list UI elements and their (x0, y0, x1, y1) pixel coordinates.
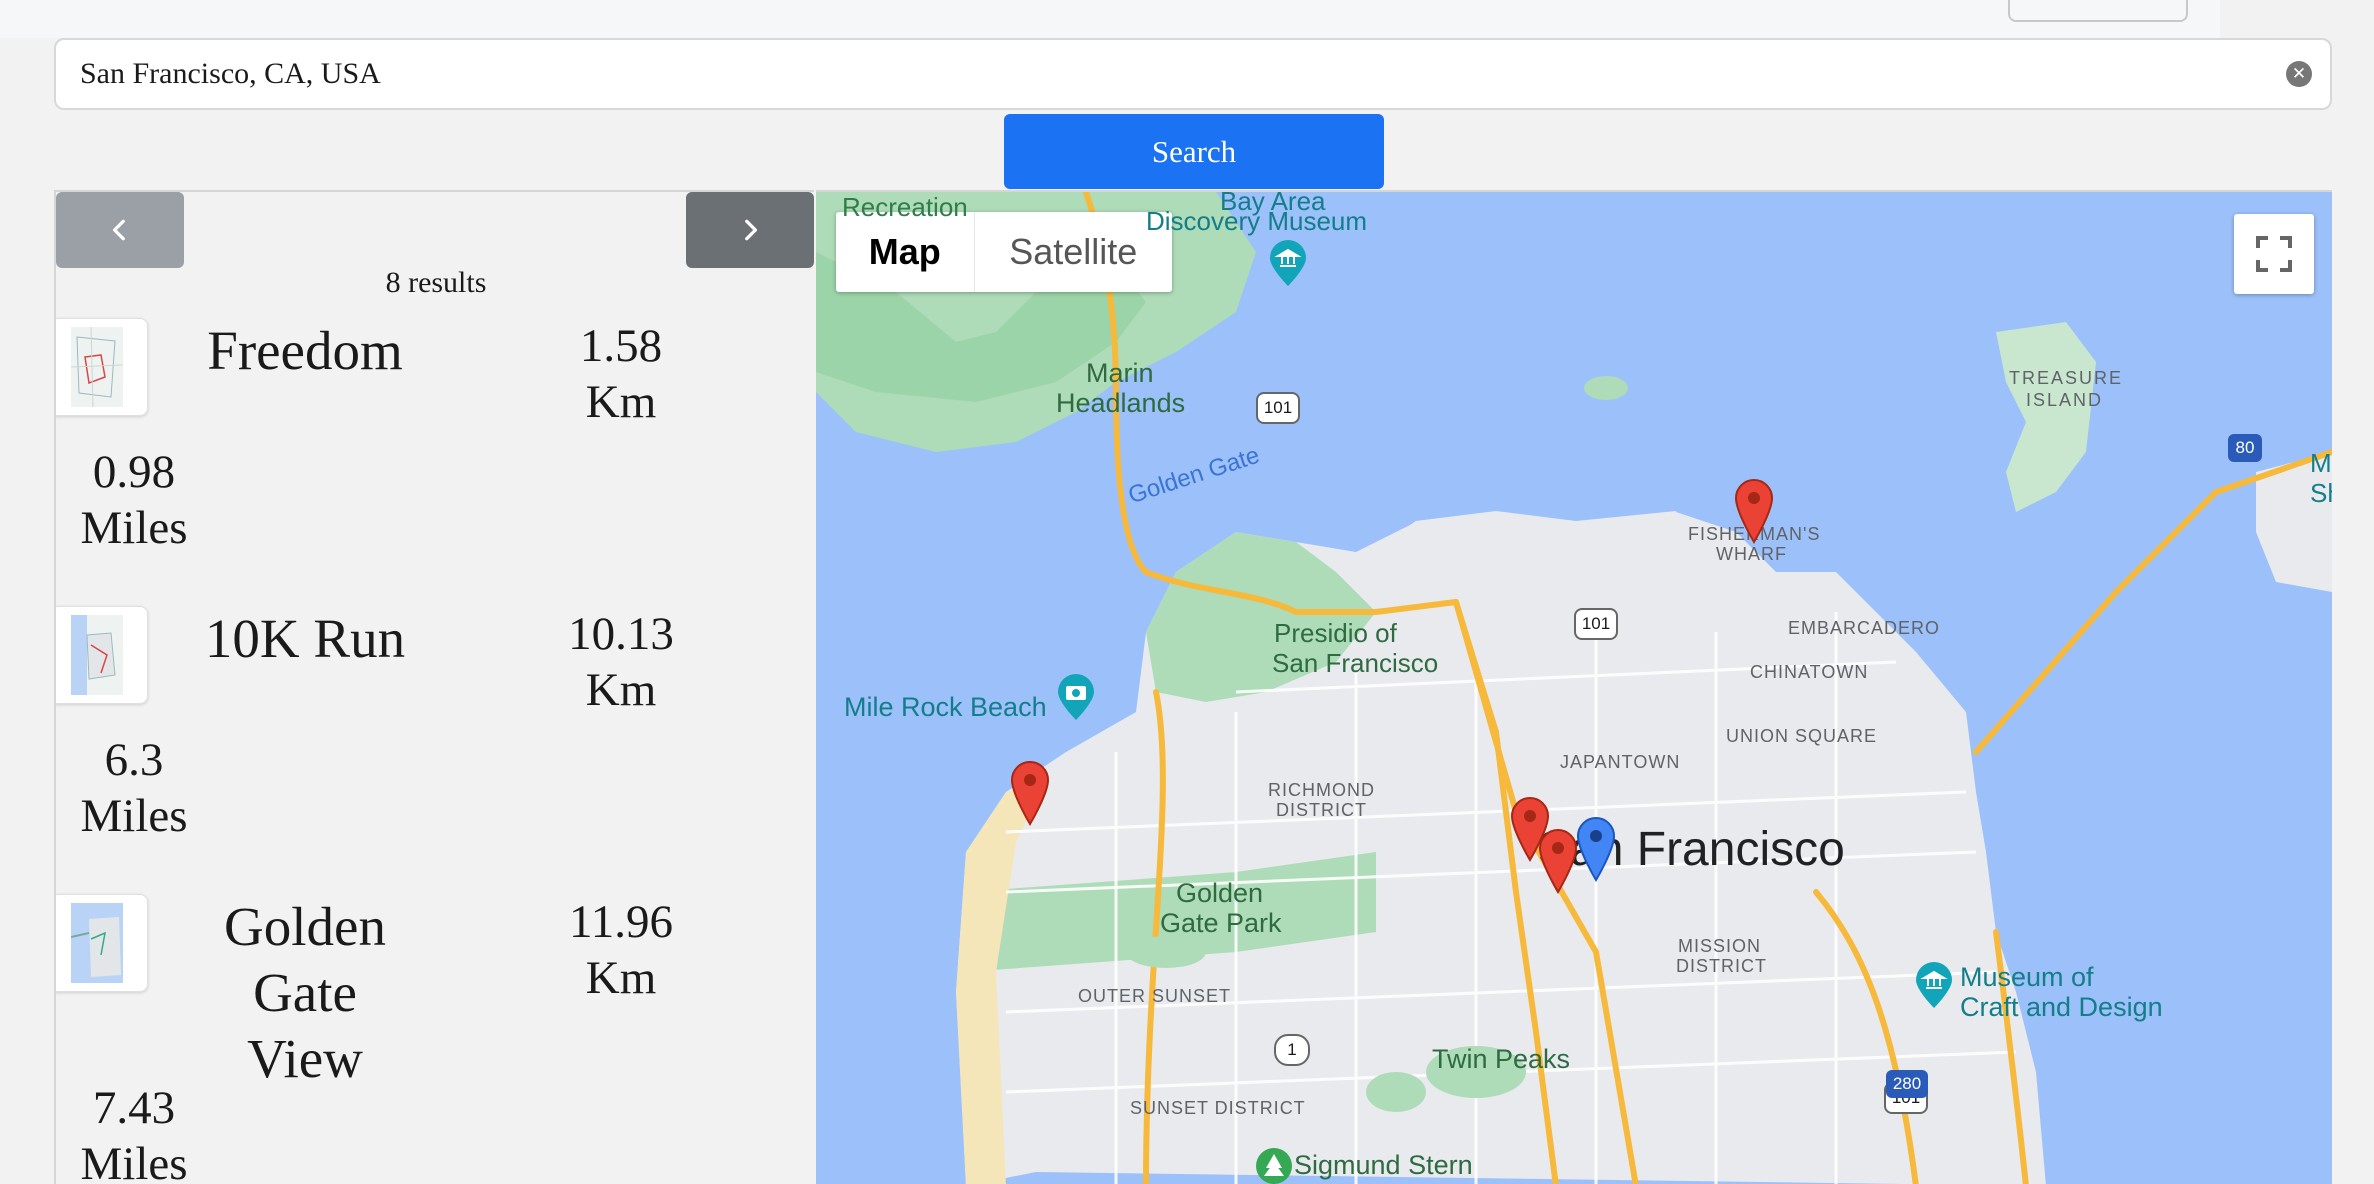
map-marker-red[interactable] (1734, 478, 1774, 544)
route-thumbnail[interactable] (56, 894, 148, 992)
map-label-presidio-1: Presidio of (1274, 618, 1397, 648)
map-label-discovery-museum: Discovery Museum (1146, 206, 1368, 236)
route-distance-miles: 7.43 Miles (80, 1082, 188, 1184)
previous-page-button[interactable] (56, 192, 184, 268)
close-circle-icon[interactable]: ✕ (2286, 61, 2312, 87)
location-search-box: ✕ (54, 38, 2332, 110)
fullscreen-button[interactable] (2234, 214, 2314, 294)
route-thumbnail[interactable] (56, 318, 148, 416)
highway-shield-80: 80 (2228, 434, 2262, 462)
map-view[interactable]: Map Satellite Recreation Bay Area Discov… (816, 190, 2332, 1184)
route-distance-km: 11.96 Km (568, 896, 673, 1004)
fullscreen-icon (2256, 236, 2292, 272)
next-page-button[interactable] (686, 192, 814, 268)
search-button[interactable]: Search (1004, 114, 1384, 189)
map-label-edge-sh: Sh (2310, 478, 2332, 508)
results-count: 8 results (385, 266, 487, 299)
map-marker-blue[interactable] (1576, 816, 1616, 882)
museum-icon[interactable] (1914, 962, 1954, 1010)
map-label-japantown: JAPANTOWN (1560, 752, 1681, 772)
highway-shield-101: 101 (1256, 392, 1300, 424)
top-bar-button[interactable] (2008, 0, 2188, 22)
map-label-mission-2: DISTRICT (1676, 956, 1767, 976)
highway-shield-280: 280 (1886, 1070, 1928, 1098)
map-type-control: Map Satellite (836, 212, 1172, 292)
map-label-recreation: Recreation (842, 192, 968, 222)
route-distance-miles: 6.3 Miles (80, 734, 188, 842)
map-label-headlands: Headlands (1056, 388, 1186, 418)
chevron-right-icon (745, 219, 758, 241)
map-type-satellite-button[interactable]: Satellite (975, 212, 1172, 292)
map-label-gg-park-2: Gate Park (1160, 908, 1282, 938)
map-label-richmond-1: RICHMOND (1268, 780, 1375, 800)
route-name: 10K Run (204, 608, 406, 669)
map-label-museum-craft-2: Craft and Design (1960, 992, 2163, 1022)
map-label-sunset-district: SUNSET DISTRICT (1130, 1098, 1306, 1118)
map-label-treasure: TREASURE (2009, 368, 2124, 388)
highway-shield-1: 1 (1274, 1034, 1310, 1066)
route-name: Freedom (207, 320, 403, 381)
map-label-mile-rock-beach: Mile Rock Beach (844, 692, 1047, 722)
map-label-marin: Marin (1086, 358, 1154, 388)
map-label-edge-m: M (2310, 448, 2332, 478)
map-canvas[interactable] (816, 192, 2332, 1184)
map-label-wharf: WHARF (1716, 544, 1787, 564)
route-distance-km: 1.58 Km (579, 320, 663, 428)
map-marker-red[interactable] (1010, 760, 1050, 826)
route-item[interactable]: 10K Run 10.13 Km 6.3 Miles (56, 606, 814, 894)
camera-icon[interactable] (1056, 674, 1096, 722)
map-label-union-square: UNION SQUARE (1726, 726, 1878, 746)
map-label-gg-park-1: Golden (1176, 878, 1264, 908)
top-bar (0, 0, 2220, 38)
park-icon[interactable] (1254, 1146, 1294, 1184)
results-panel: 8 results Freedom 1.58 Km 0.98 Miles 10K… (54, 190, 814, 1184)
route-distance-miles: 0.98 Miles (80, 446, 188, 554)
location-search-input[interactable] (80, 40, 2260, 108)
map-label-mission-1: MISSION (1678, 936, 1762, 956)
route-distance-km: 10.13 Km (568, 608, 674, 716)
map-label-richmond-2: DISTRICT (1276, 800, 1367, 820)
highway-shield-101: 101 (1574, 608, 1618, 640)
map-type-map-button[interactable]: Map (836, 212, 975, 292)
route-thumbnail[interactable] (56, 606, 148, 704)
map-label-sigmund-stern: Sigmund Stern (1294, 1150, 1473, 1180)
route-item[interactable]: Golden Gate View 11.96 Km 7.43 Miles (56, 894, 814, 1184)
map-label-embarcadero: EMBARCADERO (1788, 618, 1941, 638)
map-marker-red[interactable] (1538, 828, 1578, 894)
map-label-chinatown: CHINATOWN (1750, 662, 1869, 682)
map-label-presidio-2: San Francisco (1272, 648, 1439, 678)
chevron-left-icon (112, 219, 125, 241)
museum-icon[interactable] (1268, 240, 1308, 288)
map-label-island: ISLAND (2026, 390, 2104, 410)
map-label-outer-sunset: OUTER SUNSET (1078, 986, 1232, 1006)
route-item[interactable]: Freedom 1.58 Km 0.98 Miles (56, 318, 814, 606)
map-label-twin-peaks: Twin Peaks (1432, 1044, 1571, 1074)
map-label-museum-craft-1: Museum of (1960, 962, 2094, 992)
route-name: Golden Gate View (224, 896, 386, 1089)
